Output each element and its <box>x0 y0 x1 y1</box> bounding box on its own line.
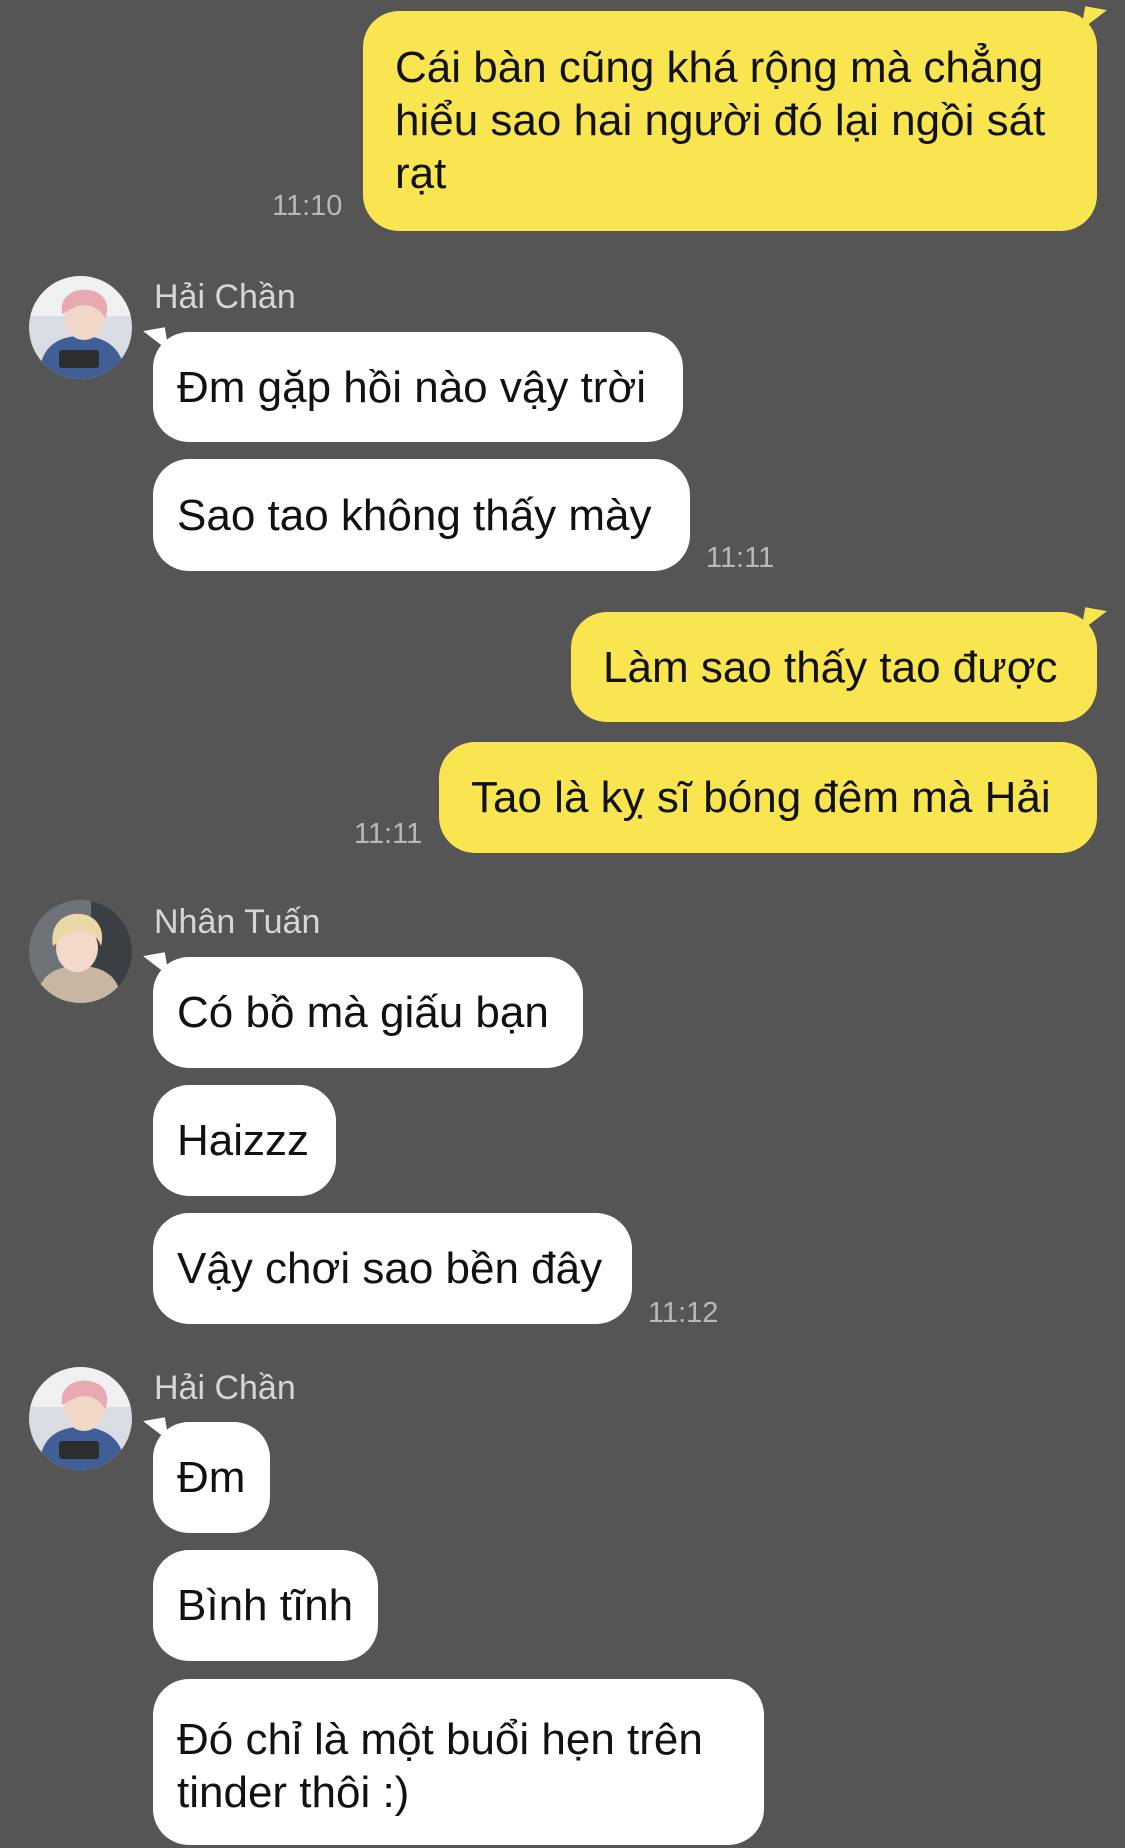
sender-name: Nhân Tuấn <box>154 903 321 941</box>
their-message-bubble[interactable]: Bình tĩnh <box>153 1550 378 1661</box>
their-message-bubble[interactable]: Đm <box>153 1422 270 1533</box>
avatar-photo-icon <box>29 1367 132 1470</box>
my-message-bubble[interactable]: Cái bàn cũng khá rộng mà chẳng hiểu sao … <box>363 11 1097 231</box>
their-message-bubble[interactable]: Đó chỉ là một buổi hẹn trên tinder thôi … <box>153 1679 764 1845</box>
their-message-bubble[interactable]: Đm gặp hồi nào vậy trời <box>153 332 683 442</box>
message-text-line: Đó chỉ là một buổi hẹn trên <box>177 1715 703 1764</box>
their-message-bubble[interactable]: Vậy chơi sao bền đây <box>153 1213 632 1324</box>
message-text-line: hiểu sao hai người đó lại ngồi sát <box>395 96 1046 145</box>
message-timestamp: 11:12 <box>648 1297 719 1329</box>
message-text: Làm sao thấy tao được <box>603 642 1058 692</box>
message-timestamp: 11:10 <box>272 190 343 222</box>
message-text-line: tinder thôi :) <box>177 1768 410 1817</box>
message-text-line: rạt <box>395 149 447 198</box>
avatar-photo-icon <box>29 276 132 379</box>
message-text: Haizzz <box>177 1116 310 1165</box>
avatar-hai-chan[interactable] <box>29 276 132 379</box>
message-text: Bình tĩnh <box>177 1581 354 1630</box>
avatar-nhan-tuan[interactable] <box>29 900 132 1003</box>
avatar-hai-chan[interactable] <box>29 1367 132 1470</box>
message-text: Vậy chơi sao bền đây <box>177 1244 603 1293</box>
sender-name: Hải Chần <box>154 278 296 316</box>
my-message-bubble[interactable]: Tao là kỵ sĩ bóng đêm mà Hải <box>439 742 1097 853</box>
message-timestamp: 11:11 <box>706 542 775 574</box>
their-message-bubble[interactable]: Sao tao không thấy mày <box>153 459 690 571</box>
message-text: Đm gặp hồi nào vậy trời <box>177 362 647 412</box>
avatar-photo-icon <box>29 900 132 1003</box>
sender-name: Hải Chần <box>154 1369 296 1407</box>
their-message-bubble[interactable]: Có bồ mà giấu bạn <box>153 957 583 1068</box>
message-timestamp: 11:11 <box>354 818 423 850</box>
message-text: Có bồ mà giấu bạn <box>177 988 549 1037</box>
my-message-bubble[interactable]: Làm sao thấy tao được <box>571 612 1097 722</box>
message-text: Sao tao không thấy mày <box>177 490 652 540</box>
message-text: Đm <box>177 1453 246 1502</box>
message-text: Tao là kỵ sĩ bóng đêm mà Hải <box>471 773 1051 822</box>
message-text-line: Cái bàn cũng khá rộng mà chẳng <box>395 43 1044 92</box>
their-message-bubble[interactable]: Haizzz <box>153 1085 336 1196</box>
